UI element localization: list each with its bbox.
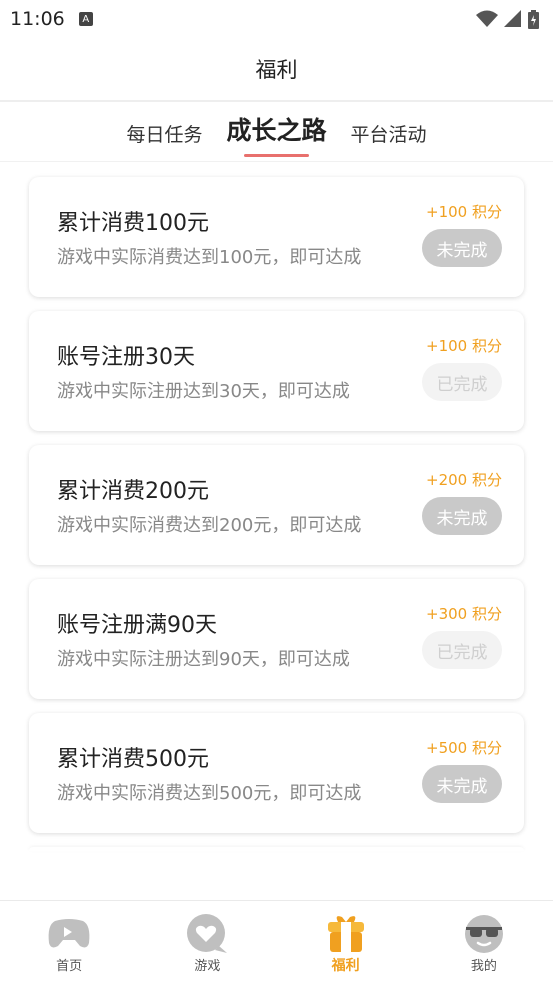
task-points: +100 积分 — [426, 337, 502, 355]
task-title: 累计消费100元 — [57, 211, 209, 236]
task-description: 游戏中实际消费达到500元，即可达成 — [57, 783, 362, 804]
battery-icon — [528, 9, 539, 29]
task-card: 累计消费100元 游戏中实际消费达到100元，即可达成 +100 积分 未完成 — [29, 177, 524, 297]
task-points: +300 积分 — [426, 605, 502, 623]
nav-item-mine[interactable]: 我的 — [415, 901, 553, 984]
bottom-nav: 首页 游戏 福利 我的 — [0, 900, 553, 984]
sunglasses-face-icon — [462, 915, 506, 953]
task-status-button[interactable]: 未完成 — [422, 229, 502, 267]
tab-bar: 每日任务 成长之路 平台活动 — [0, 102, 553, 162]
task-status-button[interactable]: 已完成 — [422, 363, 502, 401]
nav-item-games[interactable]: 游戏 — [138, 901, 276, 984]
task-title: 累计消费500元 — [57, 747, 209, 772]
nav-label-mine: 我的 — [470, 959, 497, 974]
status-bar: 11:06 A — [0, 0, 553, 38]
task-list: 累计消费100元 游戏中实际消费达到100元，即可达成 +100 积分 未完成 … — [0, 162, 553, 851]
page-title: 福利 — [255, 58, 298, 82]
task-description: 游戏中实际注册达到30天，即可达成 — [57, 381, 350, 402]
task-description: 游戏中实际消费达到200元，即可达成 — [57, 515, 362, 536]
task-title: 账号注册30天 — [57, 345, 195, 370]
heart-chat-icon — [185, 914, 229, 953]
task-card: 账号注册30天 游戏中实际注册达到30天，即可达成 +100 积分 已完成 — [29, 311, 524, 431]
task-points: +100 积分 — [426, 203, 502, 221]
task-description: 游戏中实际注册达到90天，即可达成 — [57, 649, 350, 670]
task-title: 累计消费200元 — [57, 479, 209, 504]
tab-daily-tasks[interactable]: 每日任务 — [126, 120, 202, 151]
status-time: 11:06 — [10, 8, 65, 30]
gamepad-icon — [47, 915, 91, 953]
notification-a-icon: A — [78, 12, 93, 26]
nav-item-home[interactable]: 首页 — [0, 901, 138, 984]
nav-label-games: 游戏 — [194, 959, 221, 974]
task-status-button[interactable]: 未完成 — [422, 765, 502, 803]
task-points: +200 积分 — [426, 471, 502, 489]
task-card: 累计消费500元 游戏中实际消费达到500元，即可达成 +500 积分 未完成 — [29, 713, 524, 833]
tab-platform-events[interactable]: 平台活动 — [351, 120, 427, 151]
task-points: +500 积分 — [426, 739, 502, 757]
task-title: 账号注册满90天 — [57, 613, 217, 638]
task-card: 账号注册满90天 游戏中实际注册达到90天，即可达成 +300 积分 已完成 — [29, 579, 524, 699]
wifi-icon — [476, 10, 498, 27]
nav-label-welfare: 福利 — [331, 958, 360, 974]
nav-item-welfare[interactable]: 福利 — [277, 901, 415, 984]
nav-label-home: 首页 — [56, 959, 83, 974]
gift-icon — [324, 915, 368, 953]
title-bar: 福利 — [0, 38, 553, 102]
task-status-button[interactable]: 已完成 — [422, 631, 502, 669]
task-status-button[interactable]: 未完成 — [422, 497, 502, 535]
task-card: 累计消费200元 游戏中实际消费达到200元，即可达成 +200 积分 未完成 — [29, 445, 524, 565]
next-card-edge — [29, 847, 524, 851]
task-description: 游戏中实际消费达到100元，即可达成 — [57, 247, 362, 268]
tab-growth-path[interactable]: 成长之路 — [226, 111, 327, 157]
signal-icon — [504, 10, 521, 27]
